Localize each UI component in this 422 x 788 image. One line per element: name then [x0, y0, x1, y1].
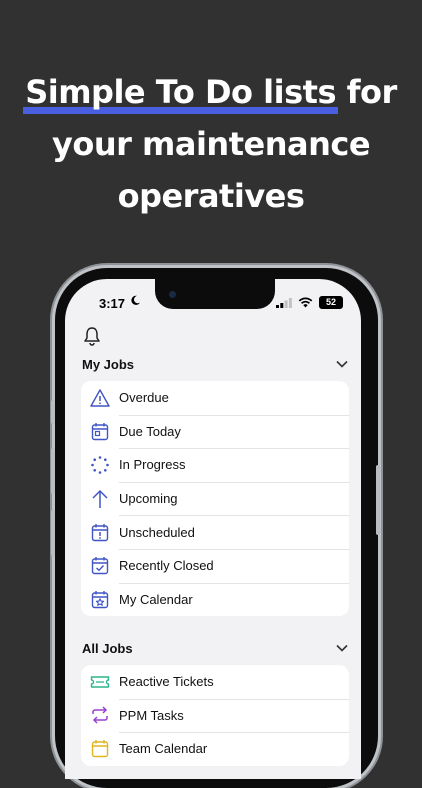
list-item-ppm-tasks[interactable]: PPM Tasks: [81, 698, 349, 733]
list-item-my-calendar[interactable]: My Calendar: [81, 582, 349, 617]
headline: Simple To Do lists for your maintenance …: [0, 66, 422, 222]
list-item-label: Recently Closed: [119, 558, 214, 574]
phone-power-button: [376, 465, 380, 535]
wifi-icon: [298, 297, 313, 308]
status-icons: 52: [276, 296, 343, 309]
list-item-due-today[interactable]: Due Today: [81, 414, 349, 449]
list-item-team-calendar[interactable]: Team Calendar: [81, 732, 349, 766]
my-jobs-header[interactable]: My Jobs: [82, 354, 348, 374]
my-jobs-list: Overdue Due Today In Progress Upcoming U…: [81, 381, 349, 617]
list-item-label: Overdue: [119, 390, 169, 406]
headline-line2: your maintenance: [51, 125, 371, 163]
phone-silent-switch: [51, 400, 55, 424]
phone-volume-down: [51, 510, 55, 556]
list-item-label: Reactive Tickets: [119, 674, 214, 690]
list-item-label: Due Today: [119, 423, 181, 439]
list-item-label: PPM Tasks: [119, 707, 184, 723]
headline-line1-rest: for: [335, 73, 398, 111]
repeat-icon: [92, 706, 108, 724]
list-item-in-progress[interactable]: In Progress: [81, 448, 349, 482]
headline-line3: operatives: [117, 177, 305, 215]
camera-icon: [169, 291, 176, 298]
list-item-reactive-tickets[interactable]: Reactive Tickets: [81, 665, 349, 699]
calendar-alert-icon: [91, 523, 109, 541]
phone-volume-up: [51, 448, 55, 494]
status-time: 3:17: [99, 296, 126, 311]
battery-icon: 52: [319, 296, 343, 309]
list-item-label: Upcoming: [119, 491, 178, 507]
moon-icon: [131, 295, 141, 305]
calendar-today-icon: [91, 422, 109, 441]
chevron-down-icon: [336, 644, 348, 652]
my-jobs-title: My Jobs: [82, 356, 135, 372]
team-calendar-icon: [91, 740, 109, 758]
list-item-label: Team Calendar: [119, 741, 208, 757]
ticket-icon: [90, 676, 110, 688]
headline-highlight: Simple To Do lists: [23, 66, 338, 118]
calendar-star-icon: [91, 590, 109, 609]
list-item-upcoming[interactable]: Upcoming: [81, 481, 349, 516]
calendar-check-icon: [91, 557, 109, 575]
progress-icon: [91, 456, 109, 474]
warning-icon: [90, 389, 110, 407]
notch: [155, 279, 275, 309]
list-item-recently-closed[interactable]: Recently Closed: [81, 548, 349, 583]
signal-icon: [276, 298, 292, 308]
list-item-label: In Progress: [119, 457, 186, 473]
all-jobs-title: All Jobs: [82, 640, 133, 656]
chevron-down-icon: [336, 360, 348, 368]
list-item-overdue[interactable]: Overdue: [81, 381, 349, 415]
list-item-label: Unscheduled: [119, 524, 195, 540]
bell-icon[interactable]: [82, 326, 102, 346]
battery-level: 52: [325, 297, 336, 307]
list-item-label: My Calendar: [119, 591, 193, 607]
all-jobs-list: Reactive Tickets PPM Tasks Team Calendar: [81, 665, 349, 766]
phone-screen: 3:17 52 My Jobs Overdue Due Today In Pro…: [65, 279, 361, 779]
arrow-up-icon: [92, 489, 108, 508]
all-jobs-header[interactable]: All Jobs: [82, 638, 348, 658]
list-item-unscheduled[interactable]: Unscheduled: [81, 515, 349, 549]
